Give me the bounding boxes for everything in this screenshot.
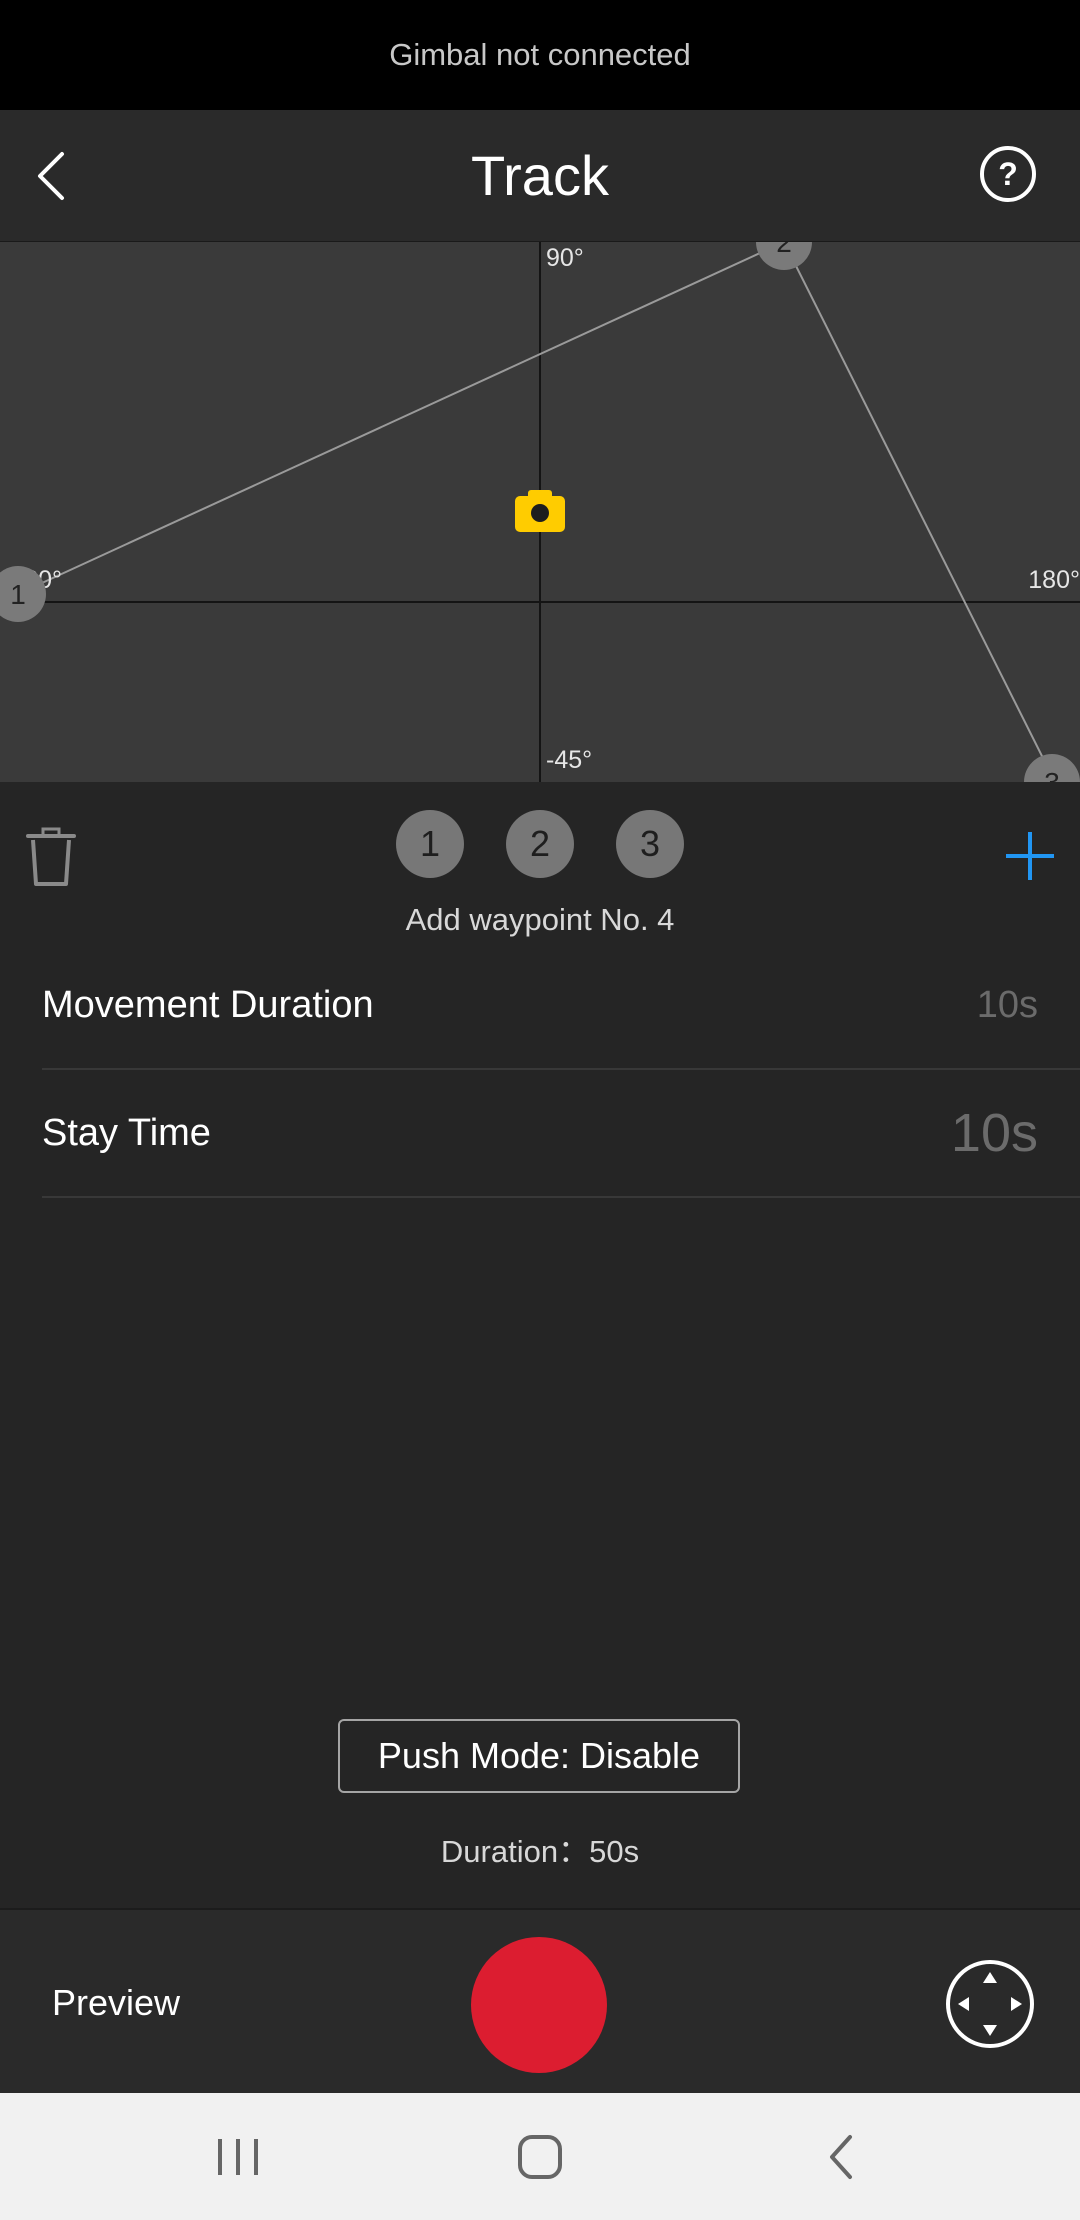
bottom-control-bar: Preview <box>0 1908 1080 2095</box>
stay-time-label: Stay Time <box>42 1112 211 1154</box>
joystick-button[interactable] <box>944 1958 1036 2050</box>
system-nav-bar <box>0 2093 1080 2220</box>
total-duration: Duration：50s <box>440 1834 640 1869</box>
track-graph[interactable]: 90° -45° -180° 180° 1 2 3 <box>0 242 1080 782</box>
status-bar: Gimbal not connected <box>0 0 1080 110</box>
record-button[interactable] <box>471 1937 607 2073</box>
question-circle-icon: ? <box>980 146 1036 202</box>
label-right: 180° <box>1028 566 1080 594</box>
movement-duration-value: 10s <box>976 984 1038 1026</box>
plus-icon <box>1006 832 1054 880</box>
movement-duration-label: Movement Duration <box>42 984 374 1026</box>
waypoint-marker-3[interactable]: 3 <box>1022 752 1080 782</box>
waypoint-marker-1[interactable]: 1 <box>0 564 48 624</box>
add-waypoint-hint: Add waypoint No. 4 <box>405 902 675 937</box>
waypoint-marker-2[interactable]: 2 <box>754 242 814 272</box>
direction-pad-icon <box>946 1960 1034 2048</box>
home-icon <box>518 2135 562 2179</box>
waypoint-toolbar: 1 2 3 Add waypoint No. 4 <box>0 784 1080 944</box>
connection-status: Gimbal not connected <box>389 37 691 72</box>
stay-time-row[interactable]: Stay Time 10s <box>42 1070 1080 1198</box>
system-back-button[interactable] <box>812 2131 872 2183</box>
label-bottom: -45° <box>546 746 593 774</box>
label-top: 90° <box>546 244 584 272</box>
back-button[interactable] <box>28 146 78 206</box>
recents-button[interactable] <box>208 2131 268 2183</box>
page-title: Track <box>471 144 609 207</box>
recents-icon <box>218 2139 258 2175</box>
delete-waypoint-button[interactable] <box>24 826 78 890</box>
back-icon <box>830 2135 852 2179</box>
waypoint-chip-1[interactable]: 1 <box>396 810 464 878</box>
svg-text:2: 2 <box>776 242 792 258</box>
stay-time-value: 10s <box>950 1103 1038 1163</box>
trash-icon <box>26 827 76 886</box>
add-waypoint-button[interactable] <box>1000 826 1060 886</box>
preview-button[interactable]: Preview <box>52 1910 180 2095</box>
home-button[interactable] <box>510 2131 570 2183</box>
waypoint-chip-3[interactable]: 3 <box>616 810 684 878</box>
push-mode-button[interactable]: Push Mode: Disable <box>338 1719 740 1793</box>
waypoint-chip-2[interactable]: 2 <box>506 810 574 878</box>
svg-text:3: 3 <box>1044 767 1060 782</box>
help-button[interactable]: ? <box>978 144 1038 209</box>
svg-text:1: 1 <box>10 579 26 610</box>
svg-text:?: ? <box>998 156 1018 192</box>
movement-duration-row[interactable]: Movement Duration 10s <box>42 942 1080 1070</box>
header: Track ? <box>0 110 1080 243</box>
camera-icon <box>515 490 565 532</box>
chevron-left-icon <box>38 152 64 200</box>
